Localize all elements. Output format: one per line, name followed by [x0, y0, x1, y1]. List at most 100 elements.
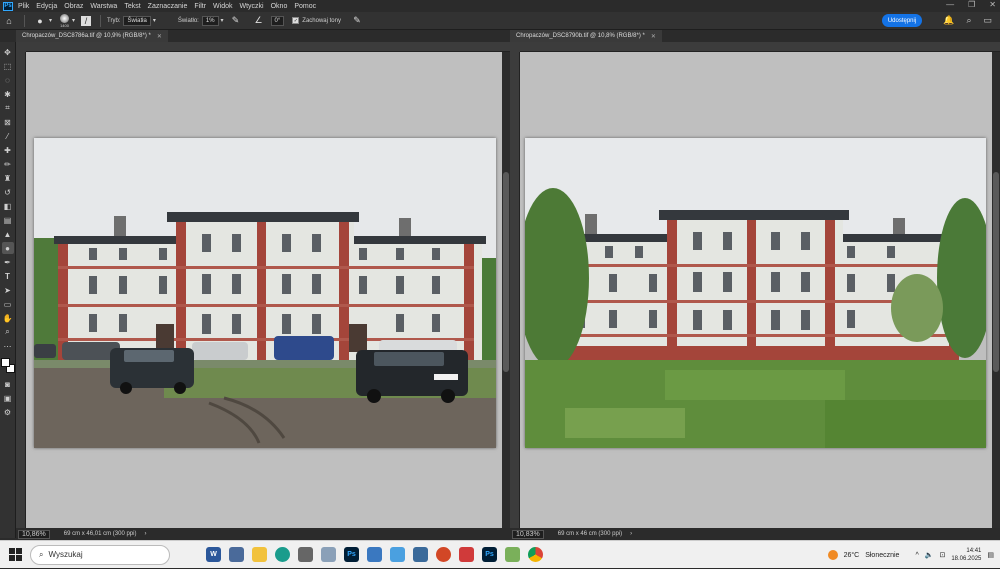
- canvas-area[interactable]: [26, 52, 502, 528]
- color-swatches[interactable]: [0, 358, 15, 374]
- document-tab-left[interactable]: Chropaczów_DSC8786a.tif @ 10,9% (RGB/8*)…: [16, 30, 168, 42]
- pressure-size-icon[interactable]: ✎: [351, 15, 363, 27]
- menu-window[interactable]: Okno: [271, 3, 288, 10]
- airbrush-icon[interactable]: ✎: [230, 15, 242, 27]
- pen-tool-icon[interactable]: ✒: [2, 256, 14, 268]
- lasso-tool-icon[interactable]: ◌: [2, 74, 14, 86]
- powerpoint-icon[interactable]: [436, 547, 451, 562]
- menu-help[interactable]: Pomoc: [294, 3, 316, 10]
- angle-input[interactable]: 0°: [270, 15, 285, 26]
- protect-tones-checkbox[interactable]: ✓: [292, 17, 300, 24]
- brush-tool-icon[interactable]: ✏: [2, 158, 14, 170]
- chevron-up-icon[interactable]: ^: [915, 552, 918, 559]
- app-icon[interactable]: [459, 547, 474, 562]
- weather-status[interactable]: Słonecznie: [865, 552, 899, 559]
- horizontal-ruler[interactable]: [26, 42, 510, 52]
- canvas-area[interactable]: [520, 52, 1000, 528]
- app-icon[interactable]: [367, 547, 382, 562]
- network-icon[interactable]: ⊡: [939, 551, 945, 559]
- zoom-tool-icon[interactable]: ⌕: [2, 326, 14, 338]
- menu-plugins[interactable]: Wtyczki: [240, 3, 264, 10]
- rectangle-tool-icon[interactable]: ▭: [2, 298, 14, 310]
- menu-select[interactable]: Zaznaczanie: [148, 3, 188, 10]
- eraser-icon[interactable]: ◧: [2, 200, 14, 212]
- status-chevron-icon[interactable]: ›: [144, 531, 146, 537]
- chevron-down-icon[interactable]: ▾: [221, 17, 224, 24]
- menu-layer[interactable]: Warstwa: [90, 3, 117, 10]
- quick-mask-icon[interactable]: ◙: [2, 378, 14, 390]
- word-icon[interactable]: W: [206, 547, 221, 562]
- menu-filter[interactable]: Filtr: [194, 3, 206, 10]
- photos-icon[interactable]: [390, 547, 405, 562]
- crop-tool-icon[interactable]: ⌗: [2, 102, 14, 114]
- brush-preset-picker[interactable]: 1400: [60, 13, 70, 28]
- exposure-input[interactable]: 1%: [201, 15, 219, 26]
- photoshop-icon[interactable]: Ps: [344, 547, 359, 562]
- healing-brush-icon[interactable]: ✚: [2, 144, 14, 156]
- file-explorer-icon[interactable]: [252, 547, 267, 562]
- foreground-color[interactable]: [0, 358, 10, 367]
- path-selection-icon[interactable]: ➤: [2, 284, 14, 296]
- app-icon[interactable]: [321, 547, 336, 562]
- more-tools-icon[interactable]: ⋯: [2, 340, 14, 352]
- taskbar-search[interactable]: ⌕ Wyszukaj: [30, 544, 170, 565]
- horizontal-ruler[interactable]: [520, 42, 1000, 52]
- eyedropper-icon[interactable]: ⁄: [2, 130, 14, 142]
- vertical-scrollbar[interactable]: [992, 52, 1000, 528]
- vertical-ruler[interactable]: [510, 52, 520, 528]
- close-tab-icon[interactable]: ✕: [157, 33, 162, 40]
- zoom-level-input[interactable]: 10,83%: [512, 529, 544, 539]
- home-icon[interactable]: ⌂: [3, 15, 15, 27]
- menu-type[interactable]: Tekst: [124, 3, 140, 10]
- share-button[interactable]: Udostępnij: [882, 14, 922, 27]
- notifications-icon[interactable]: ▤: [987, 551, 994, 559]
- blur-tool-icon[interactable]: ▲: [2, 228, 14, 240]
- calculator-icon[interactable]: [298, 547, 313, 562]
- search-icon[interactable]: ⌕: [966, 15, 971, 26]
- temperature[interactable]: 26°C: [844, 552, 860, 559]
- chevron-down-icon[interactable]: ▾: [49, 17, 52, 24]
- windows-start-icon[interactable]: [6, 546, 24, 564]
- close-tab-icon[interactable]: ✕: [651, 33, 656, 40]
- hand-tool-icon[interactable]: ✋: [2, 312, 14, 324]
- screen-mode-icon[interactable]: ▣: [2, 392, 14, 404]
- maximize-icon[interactable]: ❐: [968, 0, 975, 9]
- brush-settings-icon[interactable]: /: [81, 15, 92, 26]
- workspace-icon[interactable]: ▭: [983, 15, 992, 26]
- vertical-scrollbar[interactable]: [502, 52, 510, 528]
- move-tool-icon[interactable]: ✥: [2, 46, 14, 58]
- menu-view[interactable]: Widok: [213, 3, 232, 10]
- dodge-tool-icon[interactable]: ●: [1, 242, 14, 254]
- chevron-down-icon[interactable]: ▾: [153, 17, 156, 24]
- frame-tool-icon[interactable]: ⊠: [2, 116, 14, 128]
- chrome-icon[interactable]: [528, 547, 543, 562]
- close-icon[interactable]: ✕: [989, 0, 996, 9]
- menu-file[interactable]: Plik: [18, 3, 29, 10]
- weather-icon[interactable]: [827, 550, 838, 560]
- dodge-tool-icon[interactable]: ●: [34, 15, 46, 27]
- menu-edit[interactable]: Edycja: [36, 3, 57, 10]
- app-icon[interactable]: [229, 547, 244, 562]
- range-select[interactable]: Światła: [123, 15, 151, 26]
- app-icon[interactable]: [413, 547, 428, 562]
- marquee-tool-icon[interactable]: ⬚: [2, 60, 14, 72]
- bell-icon[interactable]: 🔔: [943, 15, 954, 26]
- gradient-tool-icon[interactable]: ▤: [2, 214, 14, 226]
- type-tool-icon[interactable]: T: [2, 270, 14, 282]
- app-icon[interactable]: [505, 547, 520, 562]
- clone-stamp-icon[interactable]: ♜: [2, 172, 14, 184]
- volume-icon[interactable]: 🔈: [925, 551, 934, 559]
- status-chevron-icon[interactable]: ›: [630, 531, 632, 537]
- edit-toolbar-icon[interactable]: ⚙: [2, 406, 14, 418]
- scrollbar-thumb[interactable]: [993, 172, 999, 372]
- minimize-icon[interactable]: —: [946, 0, 954, 9]
- clock[interactable]: 14:41 18.06.2025: [951, 547, 981, 563]
- history-brush-icon[interactable]: ↺: [2, 186, 14, 198]
- scrollbar-thumb[interactable]: [503, 172, 509, 372]
- magic-wand-icon[interactable]: ✱: [2, 88, 14, 100]
- menu-image[interactable]: Obraz: [64, 3, 83, 10]
- document-tab-right[interactable]: Chropaczów_DSC8790b.tif @ 10,8% (RGB/8*)…: [510, 30, 662, 42]
- chevron-down-icon[interactable]: ▾: [72, 17, 75, 24]
- photoshop-icon[interactable]: Ps: [482, 547, 497, 562]
- zoom-level-input[interactable]: 10,86%: [18, 529, 50, 539]
